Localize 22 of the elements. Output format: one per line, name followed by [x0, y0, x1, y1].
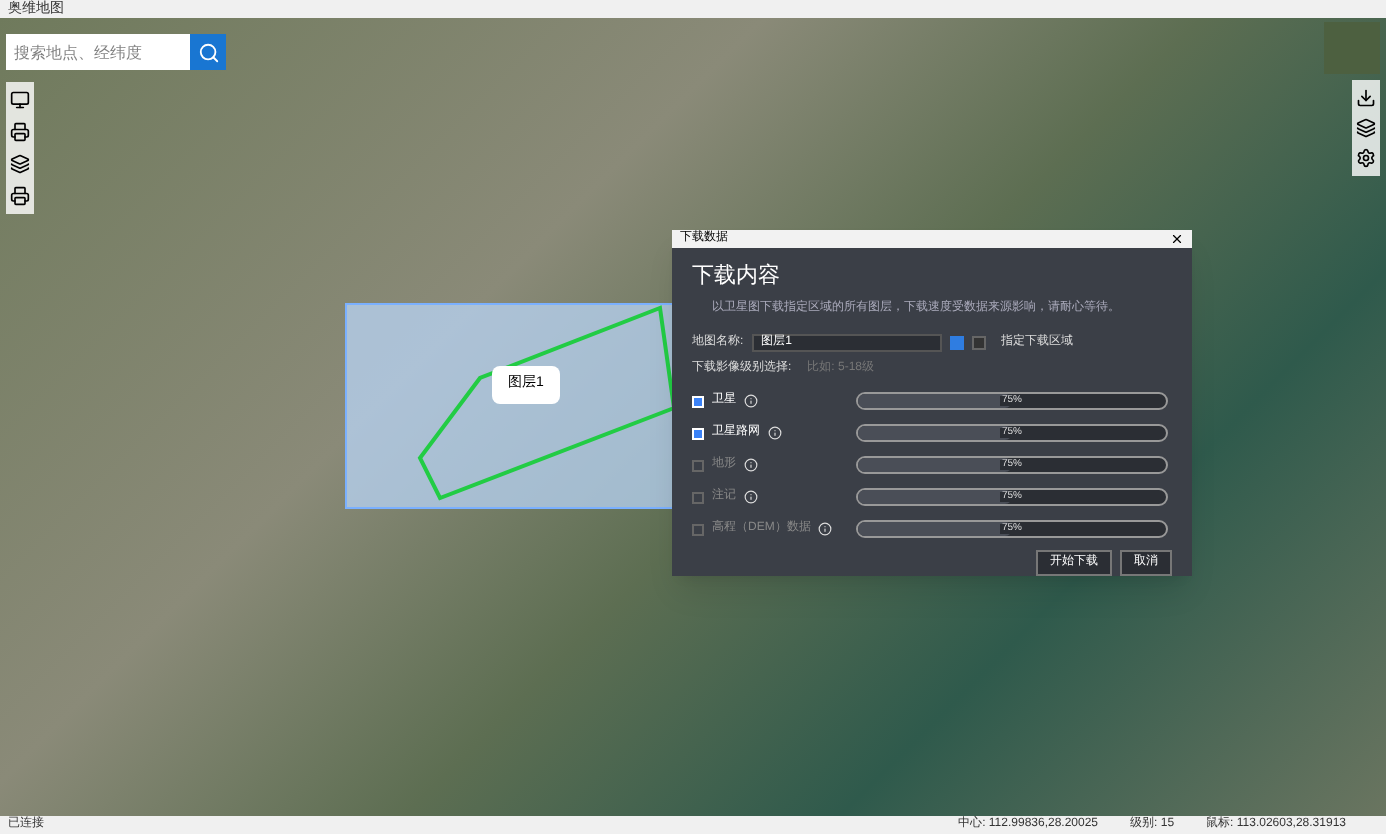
- info-icon: [744, 394, 758, 408]
- layers-icon[interactable]: [10, 154, 30, 174]
- layer-checkbox[interactable]: [692, 459, 704, 471]
- info-icon: [818, 522, 833, 536]
- info-icon: [744, 458, 758, 472]
- layer-checkbox[interactable]: [692, 491, 704, 503]
- layers-icon[interactable]: [1356, 118, 1376, 138]
- download-icon[interactable]: [1356, 88, 1376, 108]
- color-swatch[interactable]: [949, 336, 964, 350]
- settings-icon[interactable]: [1356, 148, 1376, 168]
- color-swatch[interactable]: [971, 336, 986, 350]
- monitor-icon[interactable]: [10, 90, 30, 110]
- layer-checkbox[interactable]: [692, 523, 704, 535]
- info-icon: [768, 426, 782, 440]
- info-icon: [744, 490, 758, 504]
- printer-icon[interactable]: [10, 186, 30, 206]
- search-button[interactable]: [190, 34, 226, 70]
- printer-icon[interactable]: [10, 122, 30, 142]
- close-icon[interactable]: [1170, 231, 1184, 246]
- search-field[interactable]: 搜索地点、经纬度: [6, 34, 190, 70]
- search-icon: [197, 41, 219, 63]
- dialog-heading: 下载内容: [692, 261, 782, 291]
